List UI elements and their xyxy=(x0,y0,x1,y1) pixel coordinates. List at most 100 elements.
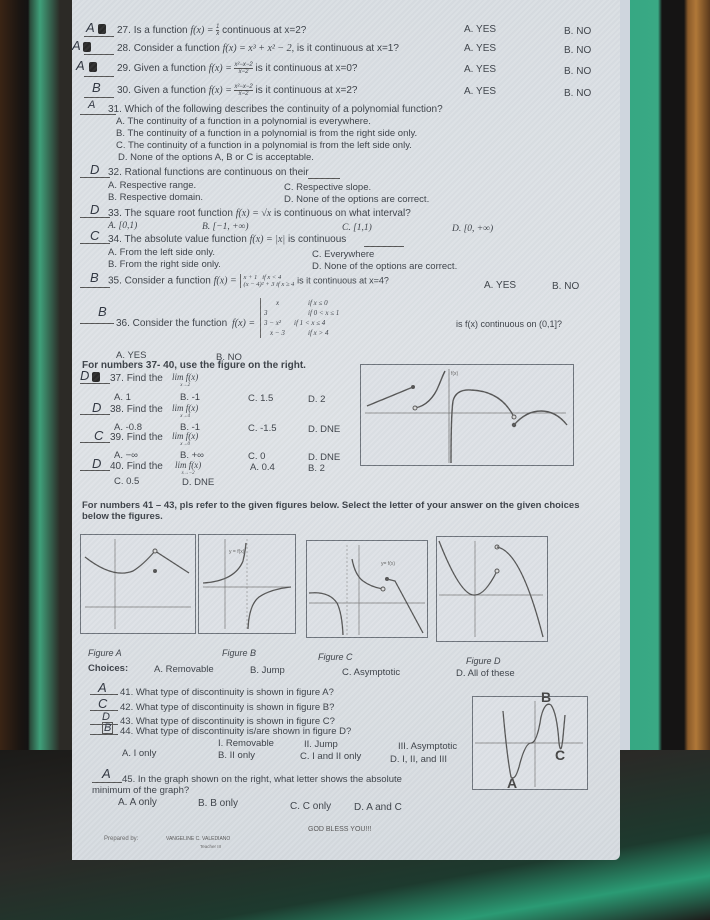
question-text-end: is f(x) continuous on (0,1]? xyxy=(456,319,563,329)
option-a[interactable]: A. A only xyxy=(118,797,157,809)
answer-27: A xyxy=(86,20,95,35)
option-a[interactable]: A. −∞ xyxy=(114,450,138,461)
option-c[interactable]: C. Everywhere xyxy=(312,249,374,260)
answer-blank xyxy=(80,383,110,384)
answer-blank xyxy=(80,442,110,443)
option-b[interactable]: B. NO xyxy=(552,281,579,293)
question-text: Consider a function xyxy=(133,43,220,54)
figure-b-svg: y = f(x) xyxy=(202,539,292,630)
graph-curve-left-asymptote xyxy=(414,370,446,409)
option-d[interactable]: D. A and C xyxy=(354,802,402,814)
option-c[interactable]: C. -1.5 xyxy=(248,423,277,434)
figure-a xyxy=(80,534,196,634)
prepared-by-label: Prepared by: xyxy=(104,836,139,842)
figure-d-label: Figure D xyxy=(466,656,501,666)
math-expression: f(x) = x³ + x² − 2, xyxy=(222,43,295,54)
option-d[interactable]: D. DNE xyxy=(308,452,340,463)
option-b[interactable]: B. -1 xyxy=(180,392,200,403)
option-a[interactable]: A. I only xyxy=(122,748,156,759)
graph-label: y = f(x) xyxy=(229,549,245,555)
option-c[interactable]: C. 0 xyxy=(248,451,265,462)
answer-blank xyxy=(80,177,110,178)
choice-d[interactable]: D. All of these xyxy=(456,668,515,679)
math-expression: f(x) = √x xyxy=(235,208,272,219)
option-c[interactable]: C. C only xyxy=(290,801,331,813)
math-expression: f(x) = xyxy=(190,25,217,37)
option-d[interactable]: D. None of the options are correct. xyxy=(312,261,457,272)
choice-a[interactable]: A. Removable xyxy=(154,664,214,675)
answer-blank xyxy=(84,76,114,77)
option-b[interactable]: B. NO xyxy=(564,88,591,100)
option-b[interactable]: B. NO xyxy=(564,45,591,57)
point-a-label: A xyxy=(507,775,518,791)
question-text-end: is it continuous at x=4? xyxy=(297,275,389,286)
option-b[interactable]: B. NO xyxy=(564,26,591,38)
option-d[interactable]: D. DNE xyxy=(308,424,340,435)
limit-expression: lim f(x) x→0 xyxy=(172,431,199,447)
answer-28: A xyxy=(72,38,81,53)
option-a[interactable]: A. 1 xyxy=(114,392,131,403)
option-b[interactable]: B. B only xyxy=(198,798,238,810)
limits-graph-svg: f(x) xyxy=(365,369,568,464)
choice-c[interactable]: C. Asymptotic xyxy=(342,667,400,678)
option-d[interactable]: D. None of the options are correct. xyxy=(284,194,429,205)
ink-blot xyxy=(83,42,91,52)
option-a[interactable]: A. The continuity of a function in a pol… xyxy=(116,116,371,127)
section-41-43-heading: For numbers 41 – 43, pls refer to the gi… xyxy=(82,500,580,522)
point-b-label: B xyxy=(541,689,552,705)
question-number: 30. xyxy=(117,85,131,97)
option-c[interactable]: C. [1,1) xyxy=(342,223,372,233)
fill-blank xyxy=(364,246,404,247)
figure-c-svg: y= f(x) xyxy=(308,545,425,636)
closed-point xyxy=(411,385,415,389)
option-a[interactable]: A. YES xyxy=(484,280,516,292)
option-d[interactable]: D. None of the options A, B or C is acce… xyxy=(118,152,314,163)
option-c[interactable]: C. The continuity of a function in a pol… xyxy=(116,140,412,151)
option-c[interactable]: C. I and II only xyxy=(300,751,361,762)
open-point xyxy=(494,568,500,574)
option-c[interactable]: C. 0.5 xyxy=(114,476,139,487)
fraction: x²−x−2 x−2 xyxy=(234,84,253,97)
question-text: 31. Which of the following describes the… xyxy=(108,104,443,115)
q45-graph-svg xyxy=(475,701,583,787)
question-41: 41. What type of discontinuity is shown … xyxy=(120,687,334,698)
option-a[interactable]: A. YES xyxy=(464,86,496,98)
option-a[interactable]: A. From the left side only. xyxy=(108,247,215,258)
point-c-label: C xyxy=(555,747,566,763)
worksheet-page: A 27. Is a function f(x) = 1x continuous… xyxy=(72,0,620,860)
answer-blank xyxy=(80,243,110,244)
option-a[interactable]: A. [0,1) xyxy=(108,221,137,231)
question-44: 44. What type of discontinuity is/are sh… xyxy=(120,726,352,737)
answer-44: B xyxy=(102,722,114,734)
question-text: 45. In the graph shown on the right, wha… xyxy=(122,774,402,785)
option-d[interactable]: D. 2 xyxy=(308,394,325,405)
option-d[interactable]: D. I, II, and III xyxy=(390,754,447,765)
option-b[interactable]: B. Respective domain. xyxy=(108,192,203,203)
option-b[interactable]: B. II only xyxy=(218,750,255,761)
option-d[interactable]: D. [0, +∞) xyxy=(452,224,493,234)
type-ii: II. Jump xyxy=(304,739,338,750)
figure-b: y = f(x) xyxy=(198,534,296,634)
option-b[interactable]: B. [−1, +∞) xyxy=(202,222,249,232)
option-b[interactable]: B. NO xyxy=(564,66,591,78)
option-a[interactable]: A. YES xyxy=(464,24,496,36)
choice-b[interactable]: B. Jump xyxy=(250,665,285,676)
answer-blank xyxy=(80,287,110,288)
option-b[interactable]: B. The continuity of a function in a pol… xyxy=(116,128,417,139)
option-a[interactable]: A. Respective range. xyxy=(108,180,196,191)
option-c[interactable]: C. 1.5 xyxy=(248,393,273,404)
question-text: 34. The absolute value function xyxy=(108,234,247,245)
option-c[interactable]: C. Respective slope. xyxy=(284,182,371,193)
option-a[interactable]: A. YES xyxy=(464,64,496,76)
question-number: 28. xyxy=(117,43,131,54)
option-b[interactable]: B. 2 xyxy=(308,463,325,474)
option-a[interactable]: A. 0.4 xyxy=(250,462,275,473)
option-a[interactable]: A. YES xyxy=(464,43,496,55)
answer-blank xyxy=(84,36,114,37)
teacher-role: Teacher III xyxy=(200,844,222,849)
section-heading: For numbers 37- 40, use the figure on th… xyxy=(82,360,306,371)
option-b[interactable]: B. From the right side only. xyxy=(108,259,221,270)
answer-31: A xyxy=(88,99,96,111)
question-text-cont: minimum of the graph? xyxy=(92,785,190,796)
option-d[interactable]: D. DNE xyxy=(182,477,214,488)
